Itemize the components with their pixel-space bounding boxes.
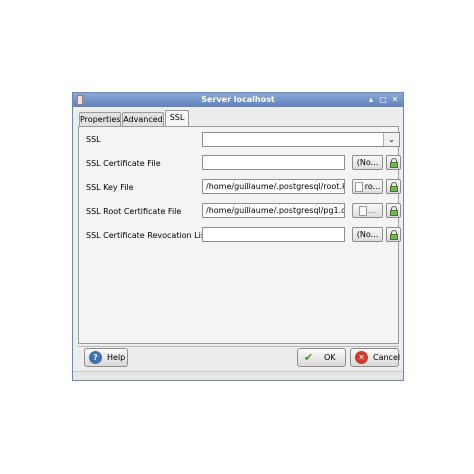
- window-title: Server localhost: [201, 95, 275, 104]
- cert-file-input[interactable]: [202, 155, 345, 170]
- file-icon: [354, 181, 363, 192]
- shade-button[interactable]: ▴: [366, 95, 376, 105]
- cert-file-browse-button[interactable]: (No...: [352, 155, 383, 170]
- check-icon: ✔: [303, 351, 314, 364]
- cert-file-lock-button[interactable]: [386, 155, 401, 170]
- root-cert-input[interactable]: /home/guillaume/.postgresql/pg1.crt: [202, 203, 345, 218]
- status-bar: [73, 371, 403, 380]
- tab-properties[interactable]: Properties: [79, 112, 121, 126]
- cancel-button[interactable]: ✕ Cancel: [350, 348, 400, 367]
- key-file-lock-button[interactable]: [386, 179, 401, 194]
- root-cert-browse-button[interactable]: ...: [352, 203, 383, 218]
- maximize-button[interactable]: □: [378, 95, 388, 105]
- title-bar[interactable]: Server localhost ▴ □ ✕: [73, 93, 403, 107]
- key-file-browse-button[interactable]: ro...: [352, 179, 383, 194]
- key-file-input[interactable]: /home/guillaume/.postgresql/root.key: [202, 179, 345, 194]
- server-dialog: Server localhost ▴ □ ✕ Properties Advanc…: [72, 92, 404, 381]
- crl-input[interactable]: [202, 227, 345, 242]
- tab-advanced[interactable]: Advanced: [122, 112, 164, 126]
- ssl-combo[interactable]: ⌄: [202, 132, 400, 147]
- cancel-icon: ✕: [355, 351, 368, 364]
- close-button[interactable]: ✕: [390, 95, 400, 105]
- ok-button[interactable]: ✔ OK: [297, 348, 346, 367]
- divider: [78, 346, 399, 347]
- tab-ssl[interactable]: SSL: [165, 110, 189, 126]
- help-icon: ?: [89, 351, 102, 364]
- root-cert-label: SSL Root Certificate File: [86, 207, 182, 216]
- ssl-panel: SSL ⌄ SSL Certificate File (No... SSL Ke…: [78, 126, 401, 344]
- ssl-label: SSL: [86, 135, 101, 144]
- crl-lock-button[interactable]: [386, 227, 401, 242]
- root-cert-lock-button[interactable]: [386, 203, 401, 218]
- crl-browse-button[interactable]: (No...: [352, 227, 383, 242]
- file-icon: [358, 205, 367, 216]
- chevron-down-icon[interactable]: ⌄: [383, 133, 399, 146]
- crl-label: SSL Certificate Revocation List: [86, 231, 209, 240]
- key-file-label: SSL Key File: [86, 183, 134, 192]
- cert-file-label: SSL Certificate File: [86, 159, 161, 168]
- help-button[interactable]: ? Help: [84, 348, 128, 367]
